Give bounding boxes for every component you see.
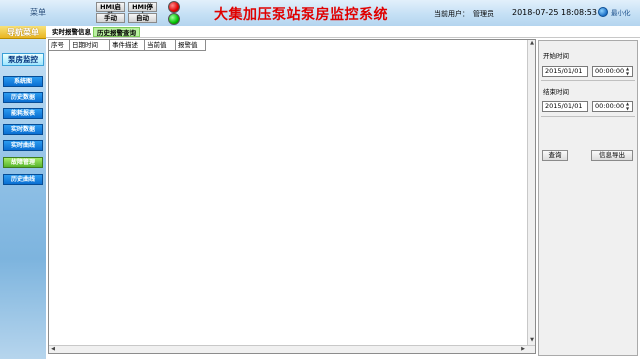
- start-time-value: 00:00:00: [595, 67, 625, 75]
- export-button[interactable]: 信息导出: [591, 150, 633, 161]
- start-date-value: 2015/01/01: [545, 67, 583, 75]
- divider: [541, 116, 635, 117]
- end-date-field[interactable]: 2015/01/01: [542, 101, 588, 112]
- end-time-spinner[interactable]: ▲ ▼: [624, 101, 631, 112]
- start-time-label: 开始时间: [543, 52, 569, 60]
- current-user-name: 管理员: [473, 10, 494, 18]
- nav-item-realtime-curve[interactable]: 实时曲线: [3, 140, 43, 151]
- column-header-event[interactable]: 事件描述: [110, 40, 145, 51]
- nav-menu-title: 导航菜单: [0, 26, 46, 39]
- search-button[interactable]: 查询: [542, 150, 568, 161]
- column-header-datetime[interactable]: 日期时间: [70, 40, 110, 51]
- start-time-spinner[interactable]: ▲ ▼: [624, 66, 631, 77]
- spin-down-icon[interactable]: ▼: [624, 71, 631, 77]
- hmi-stop-button[interactable]: HMI停止: [128, 2, 157, 19]
- scroll-left-icon[interactable]: ◀: [49, 346, 57, 353]
- scroll-right-icon[interactable]: ▶: [519, 346, 527, 353]
- nav-item-realtime-data[interactable]: 实时数据: [3, 124, 43, 135]
- end-time-field[interactable]: 00:00:00 ▲ ▼: [592, 101, 633, 112]
- hmi-start-button[interactable]: HMI启动: [96, 2, 125, 19]
- minimize-label: 最小化: [611, 9, 631, 17]
- auto-button[interactable]: 自动: [128, 13, 157, 23]
- nav-item-energy-report[interactable]: 能耗报表: [3, 108, 43, 119]
- query-panel: 开始时间 2015/01/01 00:00:00 ▲ ▼ 结束时间 2015/01…: [538, 40, 638, 356]
- run-status-lamp: [168, 13, 180, 25]
- nav-item-system-diagram[interactable]: 系统图: [3, 76, 43, 87]
- scroll-down-icon[interactable]: ▼: [528, 337, 536, 344]
- minimize-button[interactable]: 最小化: [598, 6, 631, 18]
- datetime-display: 2018-07-25 18:08:53: [512, 8, 597, 17]
- column-header-index[interactable]: 序号: [49, 40, 70, 51]
- nav-section-pump-monitor[interactable]: 泵房监控: [2, 53, 44, 66]
- stop-status-lamp: [168, 1, 180, 13]
- sidebar: 导航菜单 泵房监控 系统图 历史数据 能耗报表 实时数据 实时曲线 故障管理 历…: [0, 26, 46, 359]
- alarm-table: 序号 日期时间 事件描述 当前值 报警值 ▲ ▼ ◀ ▶: [48, 39, 536, 354]
- start-time-field[interactable]: 00:00:00 ▲ ▼: [592, 66, 633, 77]
- current-user-label: 当前用户：: [434, 10, 469, 18]
- vertical-scrollbar[interactable]: ▲ ▼: [527, 40, 535, 345]
- tab-bar: 实时报警信息 历史报警查询: [46, 26, 640, 38]
- manual-button[interactable]: 手动: [96, 13, 125, 23]
- menu-label[interactable]: 菜单: [18, 7, 58, 19]
- end-time-label: 结束时间: [543, 88, 569, 96]
- divider: [541, 80, 635, 81]
- nav-item-fault-management[interactable]: 故障管理: [3, 157, 43, 168]
- nav-item-history-data[interactable]: 历史数据: [3, 92, 43, 103]
- header-bar: 菜单 HMI启动 HMI停止 手动 自动 大集加压泵站泵房监控系统 当前用户： …: [0, 0, 640, 26]
- nav-item-history-curve[interactable]: 历史曲线: [3, 174, 43, 185]
- horizontal-scrollbar[interactable]: ◀ ▶: [49, 345, 535, 353]
- system-title: 大集加压泵站泵房监控系统: [214, 7, 388, 23]
- tab-realtime-alarm[interactable]: 实时报警信息: [49, 27, 94, 37]
- column-header-current-value[interactable]: 当前值: [145, 40, 176, 51]
- end-date-value: 2015/01/01: [545, 102, 583, 110]
- spin-down-icon[interactable]: ▼: [624, 106, 631, 112]
- start-date-field[interactable]: 2015/01/01: [542, 66, 588, 77]
- tab-history-alarm[interactable]: 历史报警查询: [93, 27, 140, 37]
- minimize-icon: [598, 7, 608, 17]
- scroll-up-icon[interactable]: ▲: [528, 40, 536, 47]
- table-header: 序号 日期时间 事件描述 当前值 报警值: [49, 40, 206, 51]
- column-header-alarm-value[interactable]: 报警值: [176, 40, 206, 51]
- end-time-value: 00:00:00: [595, 102, 625, 110]
